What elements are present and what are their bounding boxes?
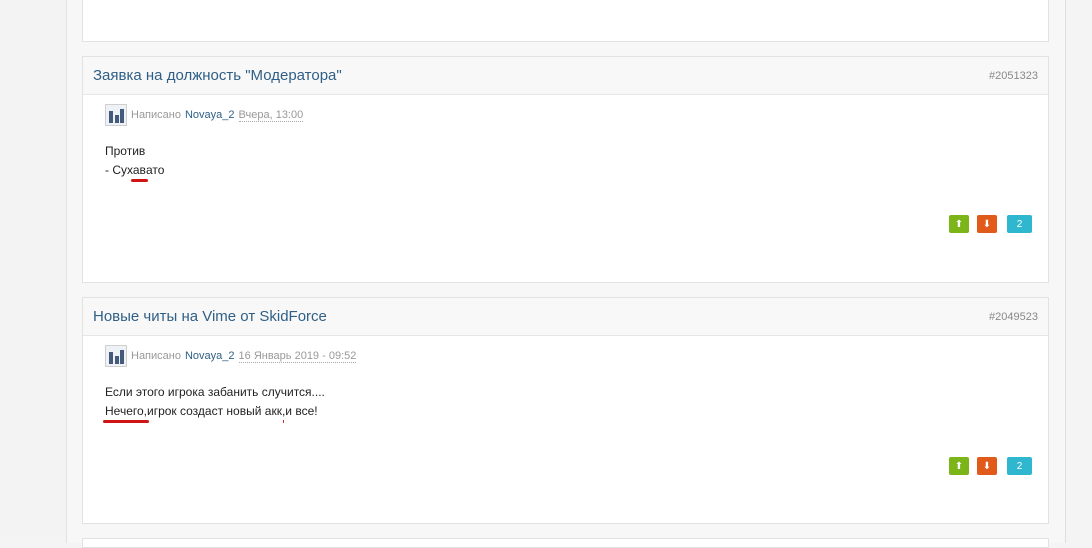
vote-up-button[interactable]: ⬆	[949, 457, 969, 475]
avatar[interactable]	[105, 104, 127, 126]
red-underline-mark: ,	[281, 404, 286, 418]
post-meta: Написано Novaya_2 16 Январь 2019 - 09:52	[105, 345, 357, 367]
post-card: Новые читы на Vime от SkidForce #2049523…	[82, 297, 1049, 524]
post-body: Против - Сухавато	[105, 142, 164, 180]
avatar[interactable]	[105, 345, 127, 367]
arrow-down-icon: ⬇	[982, 218, 992, 230]
post-card: Заявка на должность "Модератора" #205132…	[82, 56, 1049, 283]
post-title-link[interactable]: Заявка на должность "Модератора"	[93, 67, 342, 84]
right-gutter	[1065, 0, 1092, 543]
post-title-link[interactable]: Новые читы на Vime от SkidForce	[93, 308, 327, 325]
post-header: Новые читы на Vime от SkidForce #2049523	[83, 298, 1048, 336]
red-underline-mark: Нечего,	[105, 404, 147, 418]
next-post-panel	[82, 538, 1049, 548]
post-header: Заявка на должность "Модератора" #205132…	[83, 57, 1048, 95]
vote-count-badge[interactable]: 2	[1007, 215, 1032, 233]
left-gutter	[0, 0, 67, 543]
post-line: Нечего,игрок создаст новый акк,и все!	[105, 404, 318, 418]
post-meta: Написано Novaya_2 Вчера, 13:00	[105, 104, 304, 126]
post-id[interactable]: #2051323	[989, 70, 1038, 82]
post-line: Против	[105, 144, 146, 158]
author-link[interactable]: Novaya_2	[185, 109, 235, 121]
written-label: Написано	[131, 109, 181, 121]
post-line: Если этого игрока забанить случится....	[105, 385, 325, 399]
red-underline-mark: ав	[132, 163, 146, 177]
author-link[interactable]: Novaya_2	[185, 350, 235, 362]
vote-down-button[interactable]: ⬇	[977, 215, 997, 233]
post-line: - Сухавато	[105, 163, 165, 177]
post-date: Вчера, 13:00	[238, 108, 304, 122]
vote-down-button[interactable]: ⬇	[977, 457, 997, 475]
vote-controls: ⬆ ⬇ 2	[941, 215, 1032, 233]
vote-controls: ⬆ ⬇ 2	[941, 457, 1032, 475]
post-body: Если этого игрока забанить случится.... …	[105, 383, 325, 421]
post-date: 16 Январь 2019 - 09:52	[238, 349, 357, 363]
vote-count-badge[interactable]: 2	[1007, 457, 1032, 475]
previous-post-panel	[82, 0, 1049, 42]
arrow-up-icon: ⬆	[954, 460, 964, 472]
vote-up-button[interactable]: ⬆	[949, 215, 969, 233]
written-label: Написано	[131, 350, 181, 362]
post-id[interactable]: #2049523	[989, 311, 1038, 323]
arrow-up-icon: ⬆	[954, 218, 964, 230]
arrow-down-icon: ⬇	[982, 460, 992, 472]
